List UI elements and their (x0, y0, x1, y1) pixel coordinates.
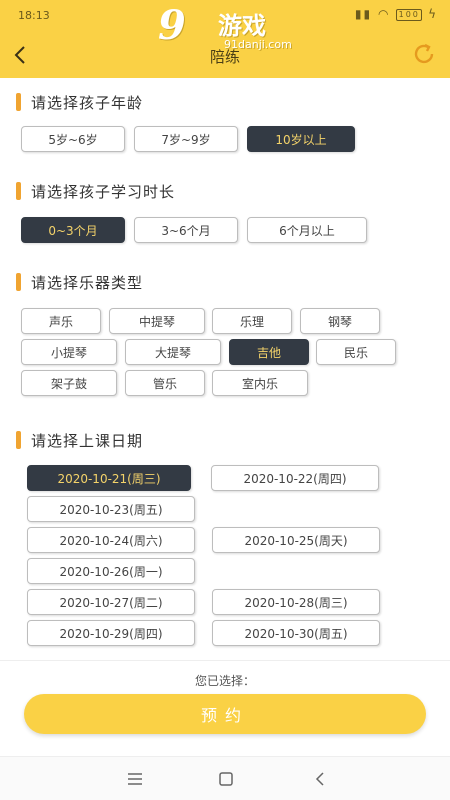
instrument-option[interactable]: 声乐 (21, 308, 101, 334)
date-option[interactable]: 2020-10-28(周三) (212, 589, 380, 615)
age-option-10-plus[interactable]: 10岁以上 (247, 126, 355, 152)
battery-icon: 100 (396, 8, 423, 21)
duration-section-title: 请选择孩子学习时长 (16, 181, 175, 201)
footer-divider (0, 660, 450, 661)
age-title-text: 请选择孩子年龄 (31, 93, 144, 112)
signal-icon: ▮▮ (354, 7, 373, 21)
watermark-logo: 9 (158, 2, 186, 49)
date-option[interactable]: 2020-10-27(周二) (27, 589, 195, 615)
date-title-text: 请选择上课日期 (31, 431, 144, 450)
date-option[interactable]: 2020-10-30(周五) (212, 620, 380, 646)
app-header: 18:13 ▮▮ ◠ 100 ϟ 9 游戏 91danji.com 陪练 (0, 0, 450, 78)
status-icons: ▮▮ ◠ 100 ϟ (355, 7, 438, 21)
section-marker (16, 93, 21, 111)
refresh-icon[interactable] (412, 42, 436, 66)
status-time: 18:13 (18, 9, 50, 22)
date-option-selected[interactable]: 2020-10-21(周三) (27, 465, 191, 491)
instrument-option-selected[interactable]: 吉他 (229, 339, 309, 365)
date-option[interactable]: 2020-10-23(周五) (27, 496, 195, 522)
instrument-option[interactable]: 架子鼓 (21, 370, 117, 396)
duration-option-6-plus[interactable]: 6个月以上 (247, 217, 367, 243)
charging-icon: ϟ (428, 7, 438, 21)
instrument-title-text: 请选择乐器类型 (31, 273, 144, 292)
date-option[interactable]: 2020-10-26(周一) (27, 558, 195, 584)
date-option[interactable]: 2020-10-22(周四) (211, 465, 379, 491)
instrument-option[interactable]: 钢琴 (300, 308, 380, 334)
duration-option-0-3[interactable]: 0~3个月 (21, 217, 125, 243)
system-nav-bar (0, 756, 450, 800)
age-option-5-6[interactable]: 5岁~6岁 (21, 126, 125, 152)
instrument-option[interactable]: 管乐 (125, 370, 205, 396)
duration-title-text: 请选择孩子学习时长 (31, 182, 176, 201)
watermark-brand: 游戏 (218, 12, 266, 40)
date-option[interactable]: 2020-10-25(周天) (212, 527, 380, 553)
instrument-option[interactable]: 中提琴 (109, 308, 205, 334)
duration-option-3-6[interactable]: 3~6个月 (134, 217, 238, 243)
section-marker (16, 182, 21, 200)
instrument-option[interactable]: 室内乐 (212, 370, 308, 396)
instrument-section-title: 请选择乐器类型 (16, 272, 143, 292)
instrument-option[interactable]: 大提琴 (125, 339, 221, 365)
section-marker (16, 273, 21, 291)
book-button[interactable]: 预约 (24, 694, 426, 734)
wifi-icon: ◠ (377, 7, 391, 21)
selection-summary: 您已选择： (194, 674, 255, 688)
home-icon[interactable] (216, 769, 236, 789)
page-title: 陪练 (209, 48, 240, 66)
date-option[interactable]: 2020-10-24(周六) (27, 527, 195, 553)
date-option[interactable]: 2020-10-29(周四) (27, 620, 195, 646)
menu-icon[interactable] (125, 769, 145, 789)
age-option-7-9[interactable]: 7岁~9岁 (134, 126, 238, 152)
date-section-title: 请选择上课日期 (16, 430, 143, 450)
instrument-option[interactable]: 乐理 (212, 308, 292, 334)
back-icon[interactable] (310, 769, 330, 789)
section-marker (16, 431, 21, 449)
age-section-title: 请选择孩子年龄 (16, 92, 143, 112)
instrument-option[interactable]: 小提琴 (21, 339, 117, 365)
instrument-option[interactable]: 民乐 (316, 339, 396, 365)
